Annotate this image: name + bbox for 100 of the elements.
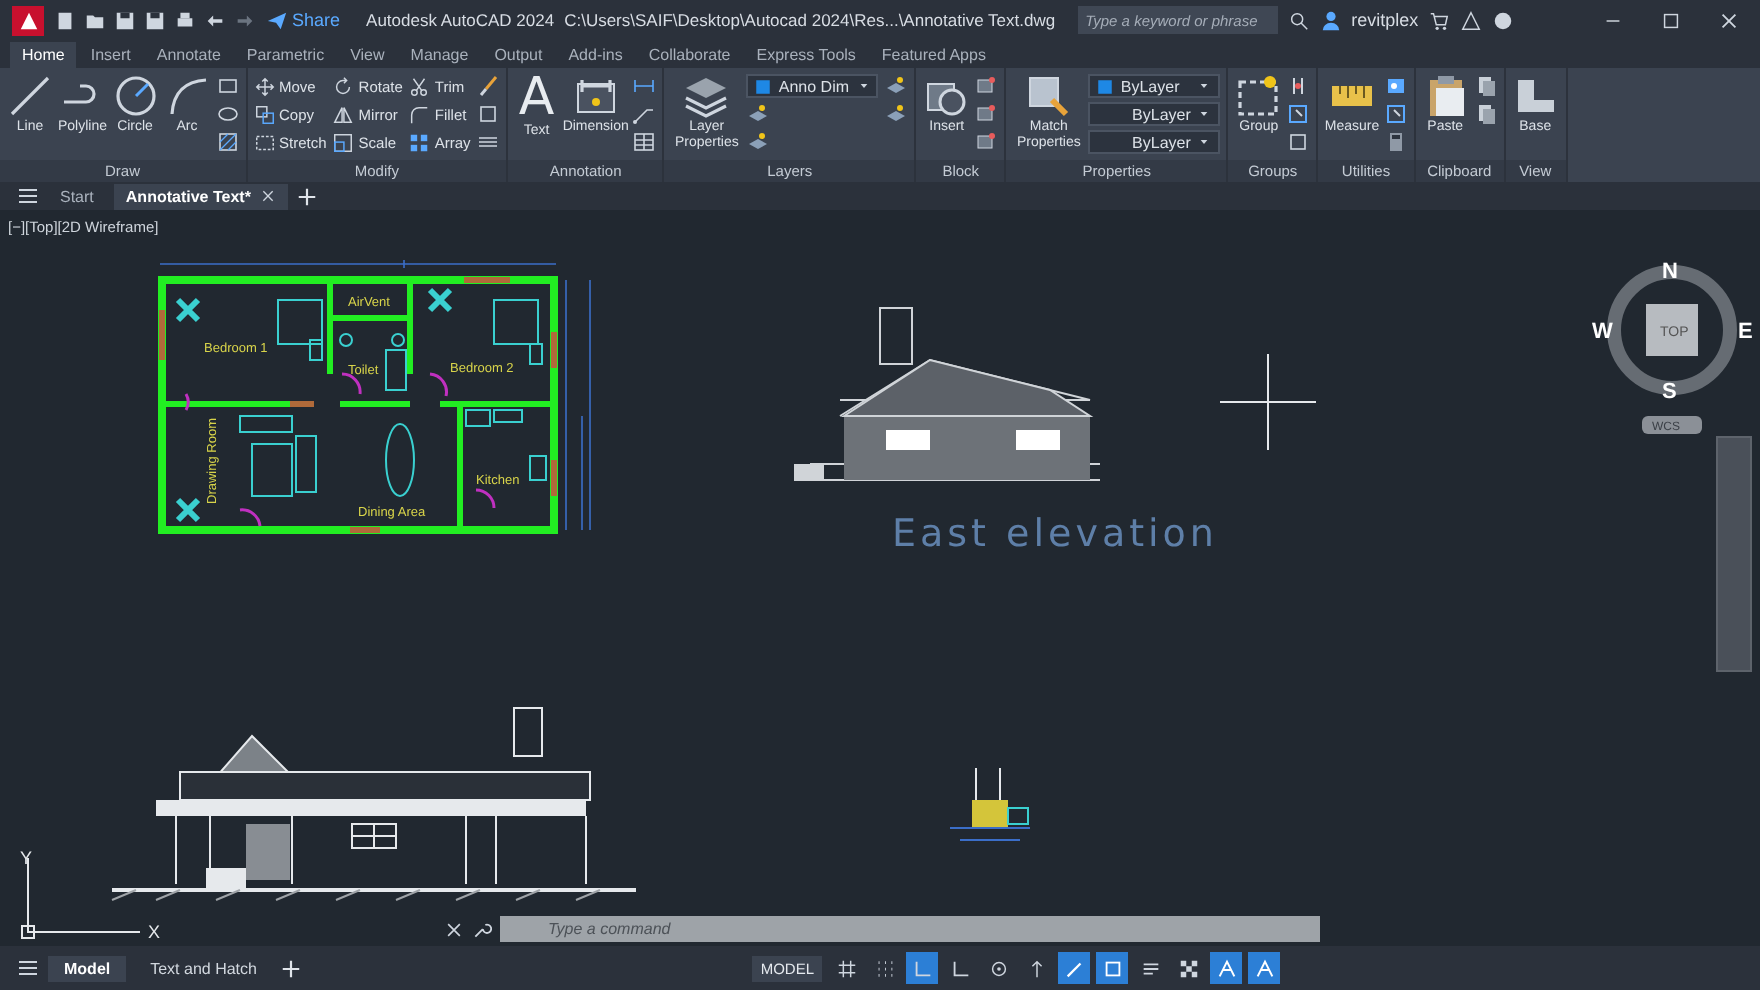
- frame-icon[interactable]: [1383, 102, 1408, 126]
- compass-west: W: [1592, 320, 1613, 344]
- floppy-icon[interactable]: [114, 9, 136, 31]
- paper-plane-icon: [266, 9, 288, 31]
- ribbon-tab[interactable]: Manage: [398, 42, 481, 68]
- frame-icon[interactable]: [1286, 102, 1311, 126]
- maximize-icon[interactable]: [1660, 9, 1682, 31]
- y-axis-label: Y: [20, 848, 33, 868]
- line-icon: [6, 72, 54, 120]
- scissors-icon: [408, 75, 431, 97]
- corner-icon: [949, 957, 971, 979]
- dimension-line-icon[interactable]: [632, 74, 657, 98]
- person-icon[interactable]: [1319, 9, 1342, 31]
- printer-icon[interactable]: [174, 9, 196, 31]
- document-icon[interactable]: [1473, 102, 1498, 126]
- square-icon[interactable]: [1286, 130, 1311, 154]
- ribbon-tab[interactable]: Parametric: [234, 42, 337, 68]
- rotate-icon: [332, 75, 355, 97]
- close-icon[interactable]: [444, 919, 464, 939]
- ribbon-tab[interactable]: Express Tools: [744, 42, 868, 68]
- new-file-icon[interactable]: [54, 9, 76, 31]
- ribbon-tab[interactable]: Featured Apps: [869, 42, 998, 68]
- menu-icon[interactable]: [16, 956, 40, 980]
- move-arrows-icon: [253, 75, 276, 97]
- layer-icon[interactable]: [746, 102, 771, 126]
- ribbon-tab[interactable]: Collaborate: [636, 42, 743, 68]
- block-icon[interactable]: [974, 102, 999, 126]
- copy-icon: [253, 103, 276, 125]
- ribbon-tab[interactable]: Insert: [78, 42, 143, 68]
- status-toggle[interactable]: [1210, 952, 1242, 984]
- paintbrush-icon[interactable]: [476, 74, 501, 98]
- status-toggle[interactable]: [1096, 952, 1128, 984]
- hatch-icon[interactable]: [215, 130, 240, 154]
- property-dropdown[interactable]: ByLayer: [1088, 130, 1221, 154]
- ucs-menu[interactable]: [1642, 416, 1702, 434]
- triangle-icon: [17, 9, 39, 31]
- search-icon[interactable]: [1287, 9, 1310, 31]
- block-icon[interactable]: [974, 74, 999, 98]
- box-icon: [1101, 957, 1123, 979]
- status-toggle[interactable]: [1248, 952, 1280, 984]
- status-toggle[interactable]: [906, 952, 938, 984]
- layer-icon[interactable]: [884, 102, 909, 126]
- compass-east: E: [1738, 320, 1752, 344]
- layer-icon[interactable]: [746, 130, 771, 154]
- file-tab[interactable]: Annotative Text*: [113, 183, 289, 209]
- document-icon[interactable]: [1473, 74, 1498, 98]
- property-dropdown[interactable]: ByLayer: [1088, 74, 1221, 98]
- detail-section-drawing: [949, 767, 1031, 841]
- ellipse-icon[interactable]: [215, 102, 240, 126]
- file-path: C:\Users\SAIF\Desktop\Autocad 2024\Res...\Annotative Text.dwg: [564, 10, 1056, 30]
- plus-icon[interactable]: [280, 957, 303, 979]
- target-icon: [987, 957, 1009, 979]
- compass-north: N: [1662, 260, 1678, 284]
- scale-figure-icon: [1253, 957, 1275, 979]
- user-name[interactable]: revitplex: [1351, 10, 1419, 30]
- ribbon-tab[interactable]: Annotate: [144, 42, 233, 68]
- ribbon-tab[interactable]: View: [338, 42, 397, 68]
- rectangle-icon[interactable]: [215, 74, 240, 98]
- floppy-icon[interactable]: [144, 9, 166, 31]
- cart-icon[interactable]: [1428, 9, 1451, 31]
- app-title: Autodesk AutoCAD 2024: [366, 10, 555, 30]
- plus-icon[interactable]: [296, 185, 319, 207]
- layout-tab[interactable]: Text and Hatch: [134, 955, 273, 981]
- pen-icon: [1063, 957, 1085, 979]
- layout-tab[interactable]: Model: [48, 955, 127, 981]
- x-axis-label: X: [148, 922, 161, 942]
- corner-icon: [911, 957, 933, 979]
- dots-icon: [873, 957, 895, 979]
- command-line-field[interactable]: Type a command: [500, 916, 1320, 942]
- point-id-icon[interactable]: [1383, 74, 1408, 98]
- menu-icon[interactable]: [16, 184, 40, 208]
- ribbon-tab[interactable]: Output: [482, 42, 555, 68]
- property-dropdown[interactable]: ByLayer: [1088, 102, 1221, 126]
- scale-icon: [332, 131, 355, 153]
- share-button[interactable]: Share: [266, 9, 341, 31]
- fillet-icon: [408, 103, 431, 125]
- layers-icon: [682, 72, 731, 120]
- wrench-icon[interactable]: [472, 919, 492, 939]
- close-icon[interactable]: [260, 188, 277, 204]
- checker-icon: [1177, 957, 1199, 979]
- stretch-icon: [253, 131, 276, 153]
- mirror-icon: [332, 103, 355, 125]
- layer-icon[interactable]: [884, 74, 909, 98]
- property-dropdown[interactable]: Anno Dim: [746, 74, 879, 98]
- compass-south: S: [1662, 380, 1677, 404]
- array-icon: [408, 131, 431, 153]
- ribbon-tab[interactable]: Add-ins: [556, 42, 635, 68]
- block-icon[interactable]: [974, 130, 999, 154]
- swatch-icon: [754, 77, 773, 95]
- square-icon[interactable]: [476, 102, 501, 126]
- file-tab[interactable]: Start: [48, 183, 106, 209]
- scale-figure-icon: [1215, 957, 1237, 979]
- status-toggle[interactable]: [1058, 952, 1090, 984]
- ribbon-tab[interactable]: Home: [10, 42, 77, 68]
- app-logo[interactable]: [12, 5, 44, 35]
- close-icon[interactable]: [1718, 9, 1740, 31]
- table-icon[interactable]: [632, 130, 657, 154]
- circle-icon: [111, 72, 160, 120]
- triangle-icon[interactable]: [1460, 9, 1483, 31]
- crosshair-cursor-icon: [1220, 354, 1316, 450]
